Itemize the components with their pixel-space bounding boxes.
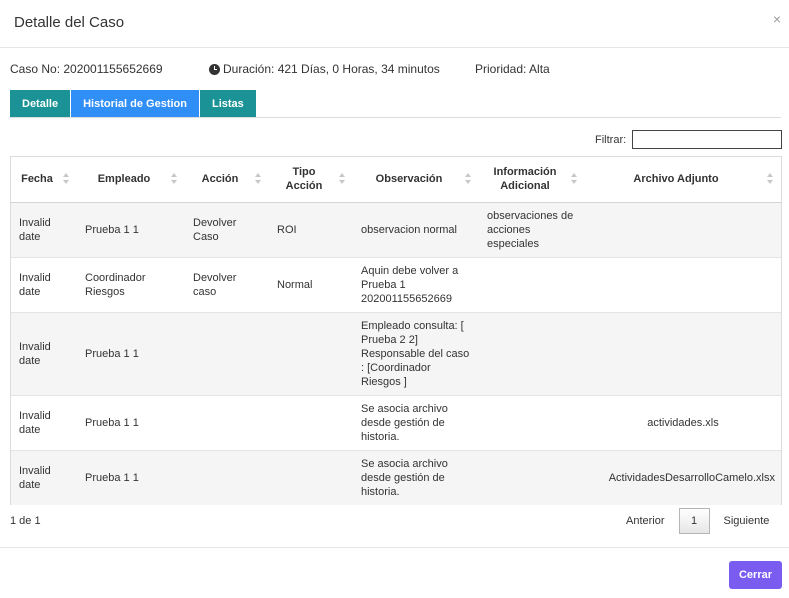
close-icon[interactable]: × [773, 12, 781, 26]
modal-header: Detalle del Caso × [0, 0, 789, 48]
case-number: Caso No: 202001155652669 [10, 62, 163, 76]
cell-archivo-adjunto[interactable] [585, 201, 781, 257]
table-row: Invalid date Prueba 1 1 Se asocia archiv… [11, 394, 781, 450]
cell-informacion-adicional [479, 256, 585, 312]
cell-archivo-adjunto[interactable] [585, 256, 781, 312]
table-header-row: Fecha Empleado Acción Tipo Acción Observ… [11, 157, 781, 203]
tab-divider [10, 117, 781, 118]
table-filter: Filtrar: [595, 130, 783, 149]
sort-icon [171, 173, 178, 185]
cell-informacion-adicional [479, 311, 585, 395]
column-header-fecha[interactable]: Fecha [11, 157, 77, 203]
column-header-accion[interactable]: Acción [185, 157, 269, 203]
column-header-informacion-adicional[interactable]: Información Adicional [479, 157, 585, 203]
clock-icon [209, 63, 220, 75]
table-row: Invalid date Prueba 1 1 Se asocia archiv… [11, 449, 781, 505]
sort-icon [339, 173, 346, 185]
sort-icon [255, 173, 262, 185]
sort-icon [465, 173, 472, 185]
cell-empleado: Prueba 1 1 [77, 201, 185, 257]
column-header-label: Tipo Acción [285, 166, 323, 193]
cell-fecha: Invalid date [11, 449, 77, 505]
column-header-archivo-adjunto[interactable]: Archivo Adjunto [585, 157, 781, 203]
cell-observacion: Aquin debe volver a Prueba 1 20200115565… [353, 256, 479, 312]
column-header-label: Información Adicional [493, 166, 557, 193]
column-header-observacion[interactable]: Observación [353, 157, 479, 203]
cell-accion: Devolver Caso [185, 201, 269, 257]
history-table-container: Fecha Empleado Acción Tipo Acción Observ… [10, 156, 782, 505]
previous-page-button[interactable]: Anterior [616, 508, 675, 534]
history-table: Fecha Empleado Acción Tipo Acción Observ… [11, 157, 781, 505]
cell-tipo-accion [269, 449, 353, 505]
cell-archivo-adjunto[interactable] [585, 311, 781, 395]
case-detail-modal: Detalle del Caso × Caso No: 202001155652… [0, 0, 789, 598]
cell-observacion: Se asocia archivo desde gestión de histo… [353, 449, 479, 505]
cell-empleado: Prueba 1 1 [77, 449, 185, 505]
table-row: Invalid date Coordinador Riesgos Devolve… [11, 256, 781, 312]
cell-archivo-adjunto[interactable]: actividades.xls [585, 394, 781, 450]
cell-empleado: Prueba 1 1 [77, 311, 185, 395]
column-header-label: Observación [375, 173, 443, 186]
case-priority: Prioridad: Alta [475, 62, 550, 76]
cell-tipo-accion [269, 394, 353, 450]
cell-fecha: Invalid date [11, 311, 77, 395]
cell-fecha: Invalid date [11, 201, 77, 257]
cell-empleado: Prueba 1 1 [77, 394, 185, 450]
cell-informacion-adicional [479, 394, 585, 450]
cell-accion: Devolver caso [185, 256, 269, 312]
cell-observacion: Se asocia archivo desde gestión de histo… [353, 394, 479, 450]
sort-icon [63, 173, 70, 185]
column-header-label: Empleado [97, 173, 151, 186]
next-page-button[interactable]: Siguiente [714, 508, 780, 534]
cell-tipo-accion [269, 311, 353, 395]
filter-label: Filtrar: [595, 133, 627, 146]
tab-detalle[interactable]: Detalle [10, 90, 71, 117]
sort-icon [767, 173, 774, 185]
pagination: Anterior 1 Siguiente [616, 508, 779, 534]
tab-bar: Detalle Historial de Gestion Listas [10, 90, 257, 117]
cell-informacion-adicional [479, 449, 585, 505]
column-header-label: Fecha [21, 173, 53, 186]
cell-fecha: Invalid date [11, 394, 77, 450]
table-row: Invalid date Prueba 1 1 Empleado consult… [11, 311, 781, 395]
cell-fecha: Invalid date [11, 256, 77, 312]
cell-accion [185, 449, 269, 505]
case-duration: Duración: 421 Días, 0 Horas, 34 minutos [209, 62, 440, 76]
table-row: Invalid date Prueba 1 1 Devolver Caso RO… [11, 201, 781, 257]
pagination-summary: 1 de 1 [10, 515, 41, 527]
cell-tipo-accion: ROI [269, 201, 353, 257]
column-header-tipo-accion[interactable]: Tipo Acción [269, 157, 353, 203]
tab-listas[interactable]: Listas [200, 90, 256, 117]
footer-divider [0, 547, 789, 548]
cell-empleado: Coordinador Riesgos [77, 256, 185, 312]
column-header-label: Archivo Adjunto [633, 173, 719, 186]
cell-accion [185, 394, 269, 450]
cell-informacion-adicional: observaciones de acciones especiales [479, 201, 585, 257]
tab-historial-de-gestion[interactable]: Historial de Gestion [71, 90, 199, 117]
column-header-label: Acción [201, 173, 239, 186]
filter-input[interactable] [632, 130, 783, 149]
cell-observacion: Empleado consulta: [ Prueba 2 2] Respons… [353, 311, 479, 395]
cell-observacion: observacion normal [353, 201, 479, 257]
close-button[interactable]: Cerrar [729, 561, 782, 589]
page-1-button[interactable]: 1 [678, 508, 710, 534]
case-duration-text: Duración: 421 Días, 0 Horas, 34 minutos [223, 62, 440, 76]
cell-archivo-adjunto[interactable]: ActividadesDesarrolloCamelo.xlsx [585, 449, 781, 505]
sort-icon [571, 173, 578, 185]
cell-accion [185, 311, 269, 395]
modal-title: Detalle del Caso [14, 14, 125, 31]
column-header-empleado[interactable]: Empleado [77, 157, 185, 203]
cell-tipo-accion: Normal [269, 256, 353, 312]
